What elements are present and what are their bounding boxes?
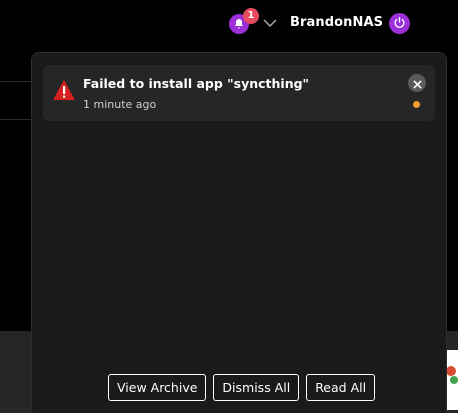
panel-actions: View Archive Dismiss All Read All bbox=[108, 374, 376, 401]
background-divider bbox=[0, 81, 32, 82]
background-divider bbox=[0, 119, 32, 120]
thumbnail-shape bbox=[446, 366, 456, 376]
screen: 1 BrandonNAS Failed to install app "sync… bbox=[0, 0, 458, 413]
dismiss-all-button[interactable]: Dismiss All bbox=[213, 374, 300, 401]
warning-triangle-icon bbox=[52, 79, 76, 101]
notification-item[interactable]: Failed to install app "syncthing" 1 minu… bbox=[43, 65, 435, 121]
thumbnail-shape bbox=[450, 376, 458, 384]
notification-count-badge: 1 bbox=[243, 8, 259, 24]
close-icon bbox=[412, 74, 422, 93]
unread-indicator bbox=[413, 101, 420, 108]
power-button[interactable] bbox=[389, 13, 410, 34]
dismiss-notification-button[interactable] bbox=[408, 74, 426, 92]
read-all-button[interactable]: Read All bbox=[306, 374, 376, 401]
view-archive-button[interactable]: View Archive bbox=[108, 374, 207, 401]
chevron-down-icon[interactable] bbox=[262, 15, 278, 31]
notification-time: 1 minute ago bbox=[83, 98, 157, 111]
power-icon bbox=[393, 14, 406, 33]
notification-title: Failed to install app "syncthing" bbox=[83, 76, 310, 91]
notifications-panel: Failed to install app "syncthing" 1 minu… bbox=[31, 52, 447, 413]
user-name[interactable]: BrandonNAS bbox=[290, 15, 383, 30]
